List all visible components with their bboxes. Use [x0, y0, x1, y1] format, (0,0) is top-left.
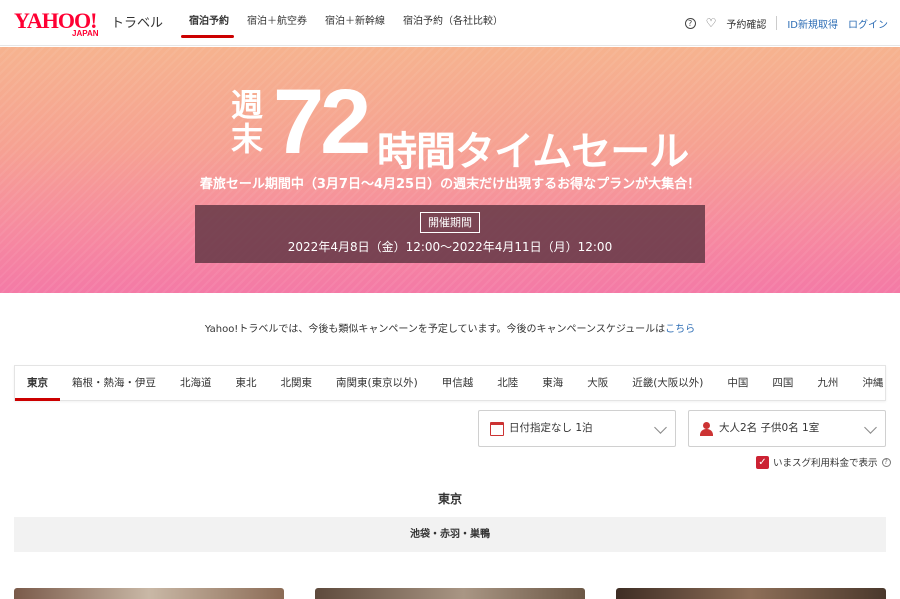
banner-title-number: 72	[273, 71, 371, 173]
yahoo-travel-logo[interactable]: YAHOO! JAPAN トラベル	[14, 8, 164, 38]
hotel-image[interactable]	[616, 588, 886, 599]
heart-icon[interactable]: ♡	[706, 17, 717, 29]
register-link[interactable]: ID新規取得	[787, 16, 838, 31]
tab-minamikanto[interactable]: 南関東(東京以外)	[324, 366, 430, 400]
period-dates: 2022年4月8日（金）12:00〜2022年4月11日（月）12:00	[287, 240, 613, 254]
nav-item-hotel[interactable]: 宿泊予約	[180, 0, 238, 46]
header-actions: ? ♡ 予約確認 ID新規取得 ログイン	[684, 0, 888, 46]
help-icon[interactable]: ?	[881, 457, 891, 467]
logo-service-text: トラベル	[111, 16, 164, 31]
login-link[interactable]: ログイン	[848, 16, 888, 31]
section-title: 東京	[437, 492, 462, 506]
tab-hakone[interactable]: 箱根・熱海・伊豆	[60, 366, 168, 400]
price-display-toggle[interactable]: ✓ いまスグ利用料金で表示 ?	[756, 455, 891, 469]
nav-item-hotel-flight[interactable]: 宿泊＋航空券	[238, 0, 316, 46]
tab-osaka[interactable]: 大阪	[575, 366, 620, 400]
tab-chugoku[interactable]: 中国	[715, 366, 760, 400]
chevron-down-icon	[864, 421, 877, 434]
nav-item-hotel-compare[interactable]: 宿泊予約（各社比較）	[394, 0, 512, 46]
tab-okinawa[interactable]: 沖縄	[850, 366, 895, 400]
price-checkbox-label: いまスグ利用料金で表示	[773, 458, 878, 469]
help-icon[interactable]: ?	[684, 17, 696, 29]
chevron-down-icon	[654, 421, 667, 434]
site-header: YAHOO! JAPAN トラベル 宿泊予約 宿泊＋航空券 宿泊＋新幹線 宿泊予…	[0, 0, 900, 46]
hotel-image[interactable]	[315, 588, 585, 599]
tab-shikoku[interactable]: 四国	[760, 366, 805, 400]
logo-japan-text: JAPAN	[72, 29, 99, 38]
main-nav: 宿泊予約 宿泊＋航空券 宿泊＋新幹線 宿泊予約（各社比較）	[180, 0, 512, 46]
banner-title-rest: 時間タイムセール	[377, 129, 689, 175]
banner-subtitle: 春旅セール期間中（3月7日〜4月25日）の週末だけ出現するお得なプランが大集合！	[199, 177, 701, 192]
person-icon	[700, 422, 714, 436]
tab-koshinetsu[interactable]: 甲信越	[430, 366, 486, 400]
guests-select[interactable]: 大人2名 子供0名 1室	[688, 410, 886, 447]
region-tabs: 東京 箱根・熱海・伊豆 北海道 東北 北関東 南関東(東京以外) 甲信越 北陸 …	[14, 365, 886, 401]
period-label: 開催期間	[420, 212, 480, 233]
notice-text: Yahoo!トラベルでは、今後も類似キャンペーンを予定しています。今後のキャンペ…	[204, 324, 666, 335]
calendar-icon	[490, 422, 504, 436]
hotel-image[interactable]	[14, 588, 284, 599]
banner-title-weekend: 週末	[230, 86, 263, 158]
tab-hokuriku[interactable]: 北陸	[485, 366, 530, 400]
date-select-value: 日付指定なし 1泊	[509, 422, 593, 434]
period-box: 開催期間 2022年4月8日（金）12:00〜2022年4月11日（月）12:0…	[195, 205, 705, 263]
tab-kitakanto[interactable]: 北関東	[269, 366, 325, 400]
tab-tokai[interactable]: 東海	[530, 366, 575, 400]
tab-tokyo[interactable]: 東京	[15, 366, 60, 401]
nav-item-hotel-shinkansen[interactable]: 宿泊＋新幹線	[316, 0, 394, 46]
area-heading: 池袋・赤羽・巣鴨	[14, 517, 886, 552]
schedule-link[interactable]: こちら	[665, 324, 695, 335]
tab-tohoku[interactable]: 東北	[224, 366, 269, 400]
tab-hokkaido[interactable]: 北海道	[168, 366, 224, 400]
tab-kinki[interactable]: 近畿(大阪以外)	[620, 366, 715, 400]
guests-select-value: 大人2名 子供0名 1室	[719, 422, 820, 434]
campaign-banner: 週末 72 時間タイムセール 春旅セール期間中（3月7日〜4月25日）の週末だけ…	[0, 47, 900, 293]
tab-kyushu[interactable]: 九州	[805, 366, 850, 400]
price-checkbox[interactable]: ✓	[756, 455, 769, 469]
date-select[interactable]: 日付指定なし 1泊	[478, 410, 676, 447]
campaign-notice: Yahoo!トラベルでは、今後も類似キャンペーンを予定しています。今後のキャンペ…	[0, 320, 900, 335]
reservation-check-link[interactable]: 予約確認	[726, 16, 766, 31]
header-divider	[776, 16, 778, 30]
